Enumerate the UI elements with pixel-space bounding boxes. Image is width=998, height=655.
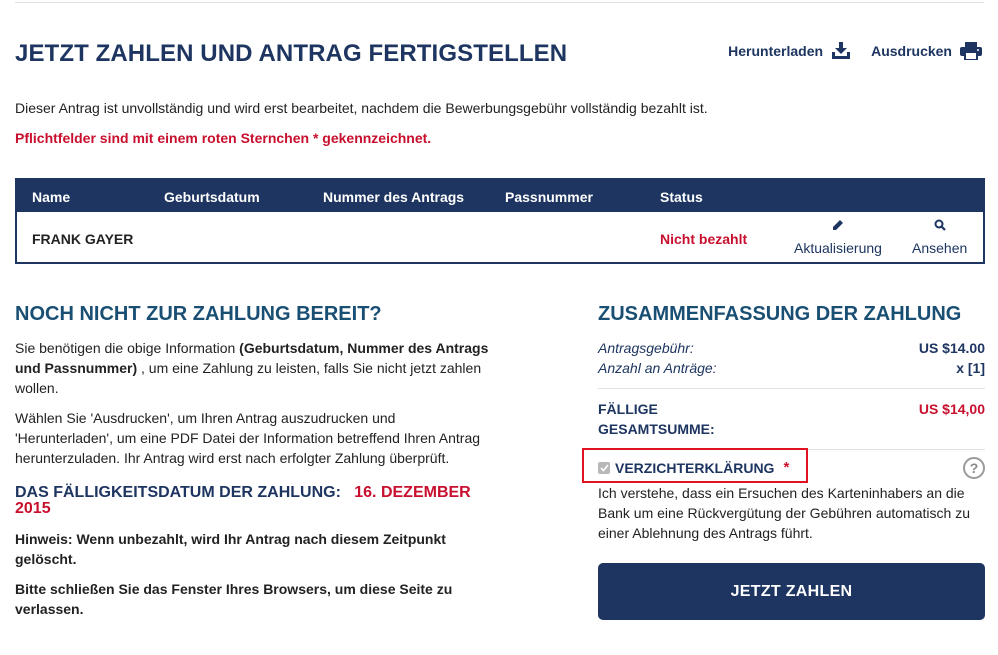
total-label-line1: FÄLLIGE	[598, 401, 658, 417]
total-value: US $14,00	[918, 401, 985, 417]
update-label: Aktualisierung	[794, 240, 882, 256]
total-label: FÄLLIGE GESAMTSUMME:	[598, 399, 715, 439]
help-icon[interactable]: ?	[963, 457, 985, 479]
pay-now-button[interactable]: JETZT ZAHLEN	[598, 563, 985, 620]
fee-value: US $14.00	[918, 340, 985, 356]
fee-label: Antragsgebühr:	[598, 340, 694, 356]
column-header-status: Status	[660, 189, 703, 205]
table-header: Name Geburtsdatum Nummer des Antrags Pas…	[17, 180, 983, 212]
deletion-notice: Hinweis: Wenn unbezahlt, wird Ihr Antrag…	[15, 531, 446, 567]
payment-status: Nicht bezahlt	[660, 231, 748, 247]
column-header-passport-number: Passnummer	[505, 189, 593, 205]
total-row: FÄLLIGE GESAMTSUMME: US $14,00	[598, 399, 985, 439]
download-link[interactable]: Herunterladen	[728, 42, 851, 60]
print-label: Ausdrucken	[871, 43, 952, 59]
printer-icon	[960, 42, 982, 60]
header-actions: Herunterladen Ausdrucken	[728, 42, 982, 60]
top-divider	[15, 2, 984, 3]
summary-divider	[598, 388, 985, 389]
view-label: Ansehen	[912, 240, 968, 256]
not-ready-heading: NOCH NICHT ZUR ZAHLUNG BEREIT?	[15, 303, 382, 325]
fee-row: Antragsgebühr: US $14.00	[598, 338, 985, 358]
pencil-icon	[832, 218, 844, 234]
payment-summary: ZUSAMMENFASSUNG DER ZAHLUNG Antragsgebüh…	[598, 303, 985, 450]
table-row: FRANK GAYER Nicht bezahlt Aktualisierung…	[17, 212, 983, 262]
page-title: JETZT ZAHLEN UND ANTRAG FERTIGSTELLEN	[15, 40, 568, 67]
column-header-name: Name	[32, 189, 71, 205]
waiver-checkbox[interactable]	[598, 461, 610, 474]
count-label: Anzahl an Anträge:	[598, 360, 717, 376]
due-date-line: DAS FÄLLIGKEITSDATUM DER ZAHLUNG: 16. DE…	[15, 485, 495, 517]
not-ready-section: NOCH NICHT ZUR ZAHLUNG BEREIT? Sie benöt…	[15, 303, 495, 619]
applicant-name: FRANK GAYER	[32, 231, 134, 247]
intro-text: Dieser Antrag ist unvollständig und wird…	[15, 100, 708, 116]
required-asterisk: *	[783, 459, 790, 476]
column-header-birthdate: Geburtsdatum	[164, 189, 260, 205]
application-table: Name Geburtsdatum Nummer des Antrags Pas…	[15, 178, 985, 264]
due-date-label: DAS FÄLLIGKEITSDATUM DER ZAHLUNG:	[15, 484, 341, 501]
waiver-text: Ich verstehe, dass ein Ersuchen des Kart…	[598, 485, 970, 541]
view-button[interactable]: Ansehen	[912, 218, 967, 256]
update-button[interactable]: Aktualisierung	[794, 218, 882, 256]
print-link[interactable]: Ausdrucken	[871, 42, 982, 60]
checkmark-icon	[599, 463, 609, 472]
required-fields-note: Pflichtfelder sind mit einem roten Stern…	[15, 130, 432, 146]
magnifier-icon	[934, 218, 946, 234]
download-label: Herunterladen	[728, 43, 824, 59]
waiver-checkbox-row: VERZICHTERKLÄRUNG *	[598, 459, 789, 476]
waiver-label: VERZICHTERKLÄRUNG	[615, 459, 775, 476]
close-browser-note: Bitte schließen Sie das Fenster Ihres Br…	[15, 581, 453, 617]
column-header-application-number: Nummer des Antrags	[323, 189, 465, 205]
count-row: Anzahl an Anträge: x [1]	[598, 358, 985, 378]
info-text-a: Sie benötigen die obige Information	[15, 340, 240, 356]
total-label-line2: GESAMTSUMME:	[598, 421, 715, 437]
count-value: x [1]	[956, 360, 985, 376]
print-download-paragraph: Wählen Sie 'Ausdrucken', um Ihren Antrag…	[15, 410, 481, 466]
summary-heading: ZUSAMMENFASSUNG DER ZAHLUNG	[598, 303, 962, 325]
download-icon	[831, 42, 851, 60]
info-paragraph: Sie benötigen die obige Information (Geb…	[15, 338, 495, 398]
